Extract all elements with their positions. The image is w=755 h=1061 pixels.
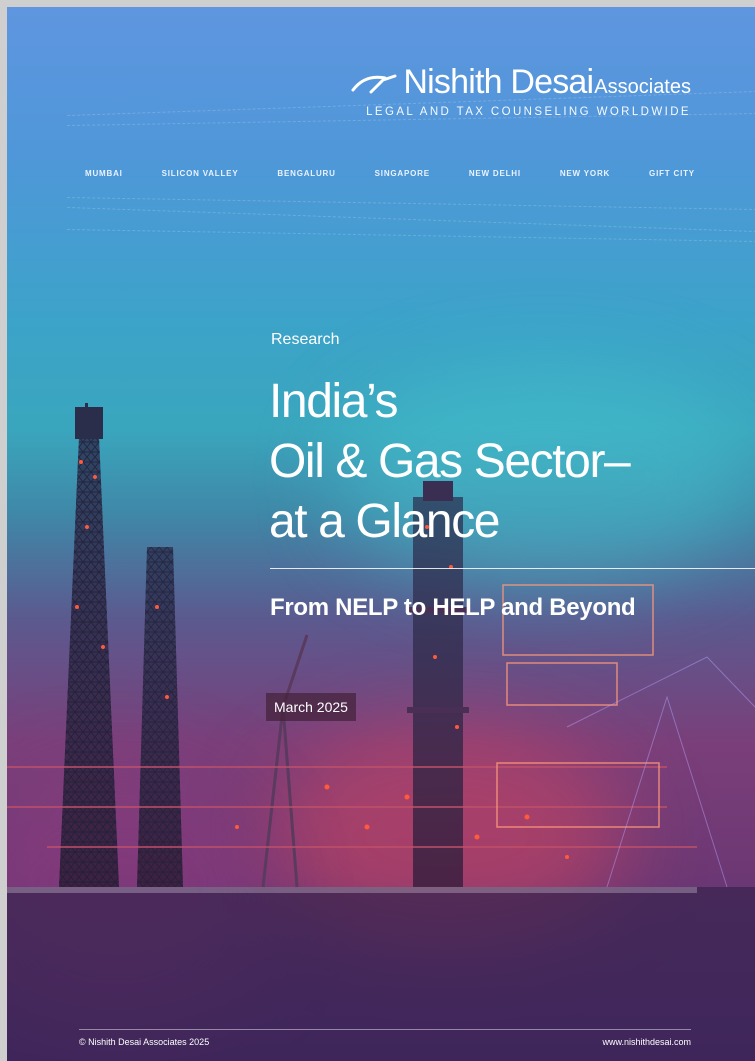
title-line: India’s: [269, 375, 398, 428]
report-title: India’s Oil & Gas Sector– at a Glance: [269, 372, 631, 552]
website-link[interactable]: www.nishithdesai.com: [602, 1037, 691, 1047]
office-item: MUMBAI: [85, 169, 123, 178]
report-subtitle: From NELP to HELP and Beyond: [270, 594, 636, 621]
title-divider: [270, 568, 755, 569]
crane: [261, 634, 309, 888]
date-badge: March 2025: [266, 693, 356, 721]
title-line: at a Glance: [269, 495, 500, 548]
office-item: NEW DELHI: [468, 169, 521, 178]
footer-divider: [79, 1029, 691, 1030]
second-tower: [137, 547, 183, 887]
office-item: SINGAPORE: [374, 169, 430, 178]
ground: [7, 887, 755, 1061]
logo-mark-icon: [351, 74, 397, 93]
office-item: BENGALURU: [277, 169, 336, 178]
left-derrick: [59, 403, 119, 887]
copyright: © Nishith Desai Associates 2025: [79, 1037, 210, 1047]
firm-name: Nishith Desai: [403, 63, 594, 101]
tagline: LEGAL AND TAX COUNSELING WORLDWIDE: [366, 106, 691, 118]
firm-suffix: Associates: [594, 76, 691, 98]
office-list: MUMBAI SILICON VALLEY BENGALURU SINGAPOR…: [85, 169, 695, 178]
office-item: SILICON VALLEY: [161, 169, 239, 178]
office-item: GIFT CITY: [649, 169, 695, 178]
report-cover: Nishith Desai Associates LEGAL AND TAX C…: [7, 7, 755, 1061]
title-line: Oil & Gas Sector–: [269, 435, 631, 488]
category-label: Research: [271, 331, 340, 348]
pumpjack-outline: [566, 656, 755, 888]
firm-logo: Nishith Desai Associates LEGAL AND TAX C…: [351, 63, 691, 118]
office-item: NEW YORK: [559, 169, 611, 178]
